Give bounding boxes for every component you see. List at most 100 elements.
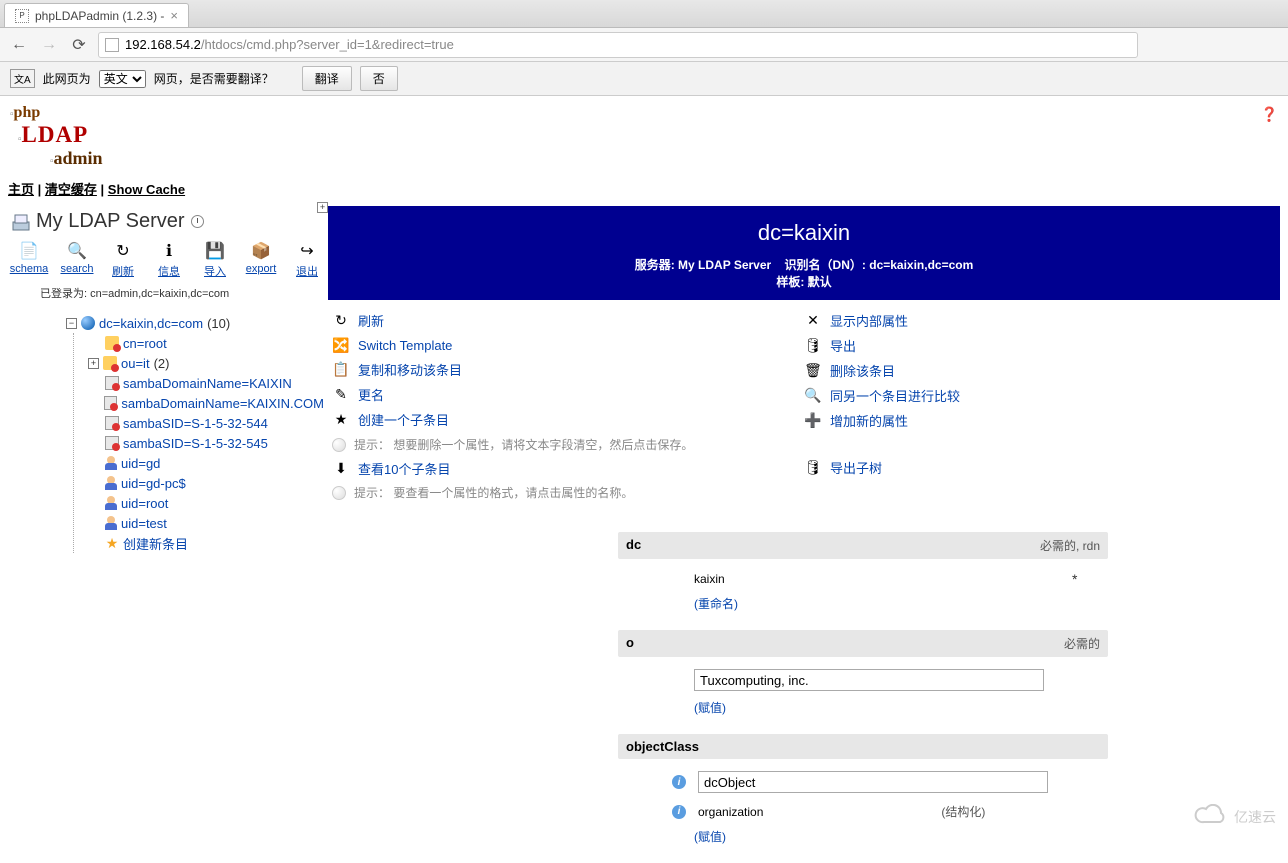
attr-oc-value1-input[interactable] <box>698 771 1048 793</box>
tree-node[interactable]: sambaDomainName=KAIXIN <box>88 373 324 393</box>
action-view-children[interactable]: ⬇查看10个子条目 <box>332 456 804 481</box>
tree-node-label[interactable]: uid=root <box>121 496 168 511</box>
tree-node[interactable]: sambaSID=S-1-5-32-544 <box>88 413 324 433</box>
search-icon: 🔍 <box>67 241 87 261</box>
tree-collapse-icon[interactable]: − <box>66 318 77 329</box>
tree-node-label[interactable]: cn=root <box>123 336 167 351</box>
tree-node-label[interactable]: sambaDomainName=KAIXIN.COM <box>121 396 324 411</box>
action-compare-label[interactable]: 同另一个条目进行比较 <box>830 386 960 405</box>
toolbar-info[interactable]: ℹ信息 <box>152 241 186 279</box>
import-icon: 💾 <box>205 241 225 261</box>
action-add-attr[interactable]: ➕ 增加新的属性 <box>804 408 1276 433</box>
action-compare[interactable]: 🔍 同另一个条目进行比较 <box>804 383 1276 408</box>
tree-node-label[interactable]: uid=gd-pc$ <box>121 476 186 491</box>
bulb-icon <box>332 438 346 452</box>
tree-node-label[interactable]: sambaDomainName=KAIXIN <box>123 376 292 391</box>
info-icon[interactable]: i <box>672 775 686 789</box>
tree-node[interactable]: sambaDomainName=KAIXIN.COM <box>88 393 324 413</box>
translate-button[interactable]: 翻译 <box>302 66 352 91</box>
toolbar-import[interactable]: 💾导入 <box>198 241 232 279</box>
banner-dn-value: dc=kaixin,dc=com <box>869 258 973 272</box>
attr-o-assign-link[interactable]: (赋值) <box>694 701 726 715</box>
translate-no-button[interactable]: 否 <box>360 66 398 91</box>
translate-lang-select[interactable]: 英文 <box>99 70 146 88</box>
action-export-label[interactable]: 导出 <box>830 336 856 355</box>
required-star: * <box>1072 571 1077 587</box>
tree-node-label[interactable]: 创建新条目 <box>123 534 188 553</box>
tree-root[interactable]: − dc=kaixin,dc=com (10) <box>66 313 324 333</box>
tree-node-label[interactable]: sambaSID=S-1-5-32-545 <box>123 436 268 451</box>
reload-button[interactable]: ⟳ <box>68 34 90 56</box>
link-show-cache[interactable]: Show Cache <box>108 182 185 197</box>
toolbar-logout[interactable]: ↪退出 <box>290 241 324 279</box>
link-clear-cache[interactable]: 清空缓存 <box>45 182 97 197</box>
compare-icon: 🔍 <box>804 387 822 405</box>
tree-node[interactable]: uid=gd-pc$ <box>88 473 324 493</box>
toolbar-export[interactable]: 📦export <box>244 241 278 279</box>
back-button[interactable]: ← <box>8 34 30 56</box>
attr-o-input[interactable] <box>694 669 1044 691</box>
tree-node-label[interactable]: uid=test <box>121 516 167 531</box>
action-refresh-label[interactable]: 刷新 <box>358 311 384 330</box>
toolbar-refresh[interactable]: ↻刷新 <box>106 241 140 279</box>
ldap-tree: − dc=kaixin,dc=com (10) cn=root+ou=it (2… <box>10 309 324 553</box>
action-add-attr-label[interactable]: 增加新的属性 <box>830 411 908 430</box>
add-attr-icon: ➕ <box>804 412 822 430</box>
info-icon[interactable]: i <box>672 805 686 819</box>
toolbar-search[interactable]: 🔍search <box>60 241 94 279</box>
host-icon <box>105 416 119 430</box>
tree-node[interactable]: sambaSID=S-1-5-32-545 <box>88 433 324 453</box>
host-icon <box>105 376 119 390</box>
close-icon[interactable]: × <box>170 8 178 23</box>
action-rename[interactable]: ✎更名 <box>332 382 804 407</box>
tree-node[interactable]: cn=root <box>88 333 324 353</box>
action-create-child-label[interactable]: 创建一个子条目 <box>358 410 449 429</box>
action-rename-label[interactable]: 更名 <box>358 385 384 404</box>
tree-node[interactable]: +ou=it (2) <box>88 353 324 373</box>
action-export[interactable]: 🛢导出 <box>804 333 1276 358</box>
refresh-icon: ↻ <box>332 312 350 330</box>
tree-node-label[interactable]: sambaSID=S-1-5-32-544 <box>123 416 268 431</box>
tree-expand-icon[interactable]: + <box>88 358 99 369</box>
tree-node[interactable]: uid=root <box>88 493 324 513</box>
download-icon: ⬇ <box>332 460 350 478</box>
tree-node[interactable]: ★创建新条目 <box>88 533 324 553</box>
tree-node-label[interactable]: uid=gd <box>121 456 160 471</box>
tree-node[interactable]: uid=test <box>88 513 324 533</box>
forward-button[interactable]: → <box>38 34 60 56</box>
action-refresh[interactable]: ↻ 刷新 <box>332 308 804 333</box>
action-delete-label[interactable]: 删除该条目 <box>830 361 895 380</box>
action-show-internal-label[interactable]: 显示内部属性 <box>830 311 908 330</box>
attribute-list: dc必需的, rdn kaixin* (重命名) o必需的 (赋值) <box>328 512 1280 855</box>
toolbar-export-label: export <box>246 263 277 275</box>
page-icon <box>105 38 119 52</box>
attr-dc-rename-link[interactable]: (重命名) <box>694 597 738 611</box>
tree-node-label[interactable]: ou=it <box>121 356 150 371</box>
action-show-internal[interactable]: ✕显示内部属性 <box>804 308 1276 333</box>
toolbar-schema[interactable]: 📄schema <box>10 241 48 279</box>
browser-tab[interactable]: P phpLDAPadmin (1.2.3) - × <box>4 3 189 27</box>
export-subtree-icon: 🛢 <box>804 459 822 477</box>
help-icon[interactable]: ❓ <box>1261 102 1280 123</box>
action-create-child[interactable]: ★ 创建一个子条目 <box>332 407 804 432</box>
action-copy-move[interactable]: 📋复制和移动该条目 <box>332 357 804 382</box>
logo: ▫php ▫LDAP ▫admin <box>8 102 103 175</box>
panel-expand-icon[interactable]: + <box>317 202 328 213</box>
attr-oc-assign-link[interactable]: (赋值) <box>694 830 726 844</box>
action-switch-template[interactable]: 🔀Switch Template <box>332 333 804 357</box>
tree-root-label[interactable]: dc=kaixin,dc=com <box>99 316 203 331</box>
action-delete[interactable]: 🗑删除该条目 <box>804 358 1276 383</box>
action-export-subtree[interactable]: 🛢导出子树 <box>804 455 1276 480</box>
globe-icon <box>81 316 95 330</box>
action-copy-move-label[interactable]: 复制和移动该条目 <box>358 360 462 379</box>
tree-node[interactable]: uid=gd <box>88 453 324 473</box>
address-bar[interactable]: 192.168.54.2/htdocs/cmd.php?server_id=1&… <box>98 32 1138 58</box>
action-switch-template-label[interactable]: Switch Template <box>358 338 452 353</box>
login-status: 已登录为: cn=admin,dc=kaixin,dc=com <box>10 279 324 309</box>
translate-icon: 文A <box>10 69 35 88</box>
create-child-icon: ★ <box>332 411 350 429</box>
link-home[interactable]: 主页 <box>8 182 34 197</box>
url-path: /htdocs/cmd.php?server_id=1&redirect=tru… <box>201 37 454 52</box>
cloud-icon <box>1194 804 1228 829</box>
banner-dn-label: 识别名（DN）: <box>785 258 866 272</box>
